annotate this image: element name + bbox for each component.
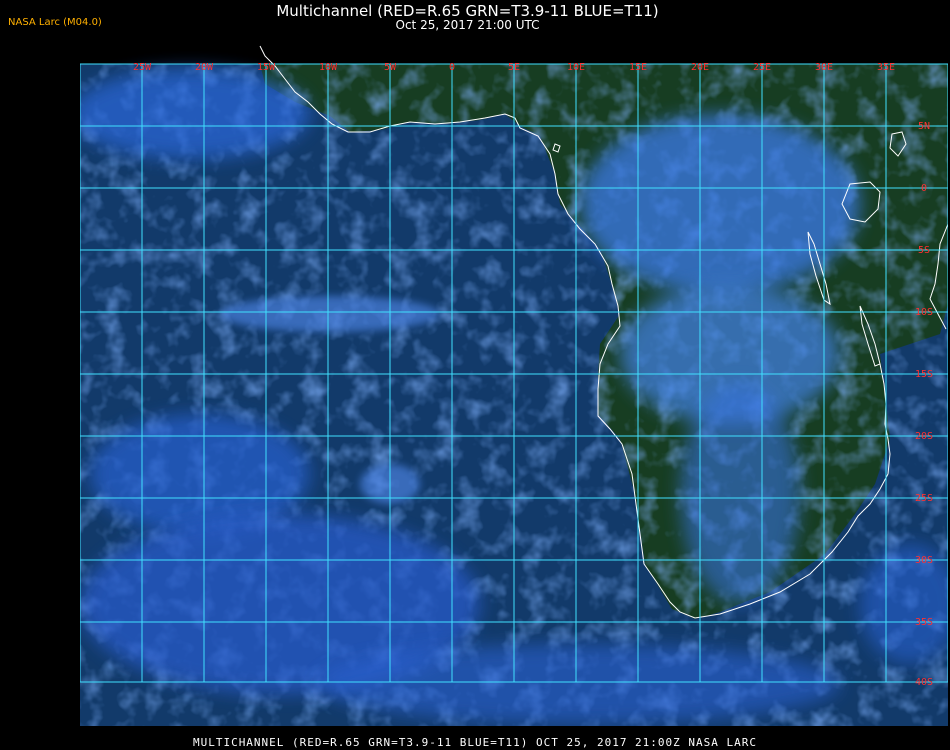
- longitude-label: 0: [449, 62, 455, 73]
- satellite-map: 25W 20W 15W 10W 5W 0 5E 10E 15E 20E 25E 30E 35E 5N 0 5S…: [80, 44, 948, 726]
- footer-caption: MULTICHANNEL (RED=R.65 GRN=T3.9-11 BLUE=…: [192, 736, 758, 749]
- longitude-label: 25W: [133, 62, 152, 73]
- latitude-label: 40S: [915, 677, 933, 688]
- latitude-label: 5S: [918, 245, 930, 256]
- latitude-label: 5N: [918, 121, 930, 132]
- longitude-label: 25E: [753, 62, 771, 73]
- latitude-label: 25S: [915, 493, 933, 504]
- longitude-label: 10E: [567, 62, 585, 73]
- longitude-label: 20E: [691, 62, 709, 73]
- longitude-label: 35E: [877, 62, 895, 73]
- longitude-label: 30E: [815, 62, 833, 73]
- latitude-label: 10S: [915, 307, 933, 318]
- latitude-label: 30S: [915, 555, 933, 566]
- longitude-label: 15W: [257, 62, 276, 73]
- latitude-label: 20S: [915, 431, 933, 442]
- image-timestamp: Oct 25, 2017 21:00 UTC: [395, 18, 540, 32]
- map-canvas: 25W 20W 15W 10W 5W 0 5E 10E 15E 20E 25E 30E 35E 5N 0 5S…: [80, 45, 948, 726]
- longitude-label: 5E: [508, 62, 520, 73]
- longitude-label: 20W: [195, 62, 214, 73]
- latitude-label: 15S: [915, 369, 933, 380]
- source-badge: NASA Larc (M04.0): [8, 17, 102, 28]
- longitude-label: 15E: [629, 62, 647, 73]
- latitude-label: 0: [921, 183, 927, 194]
- longitude-label: 10W: [319, 62, 338, 73]
- longitude-label: 5W: [384, 62, 397, 73]
- latitude-label: 35S: [915, 617, 933, 628]
